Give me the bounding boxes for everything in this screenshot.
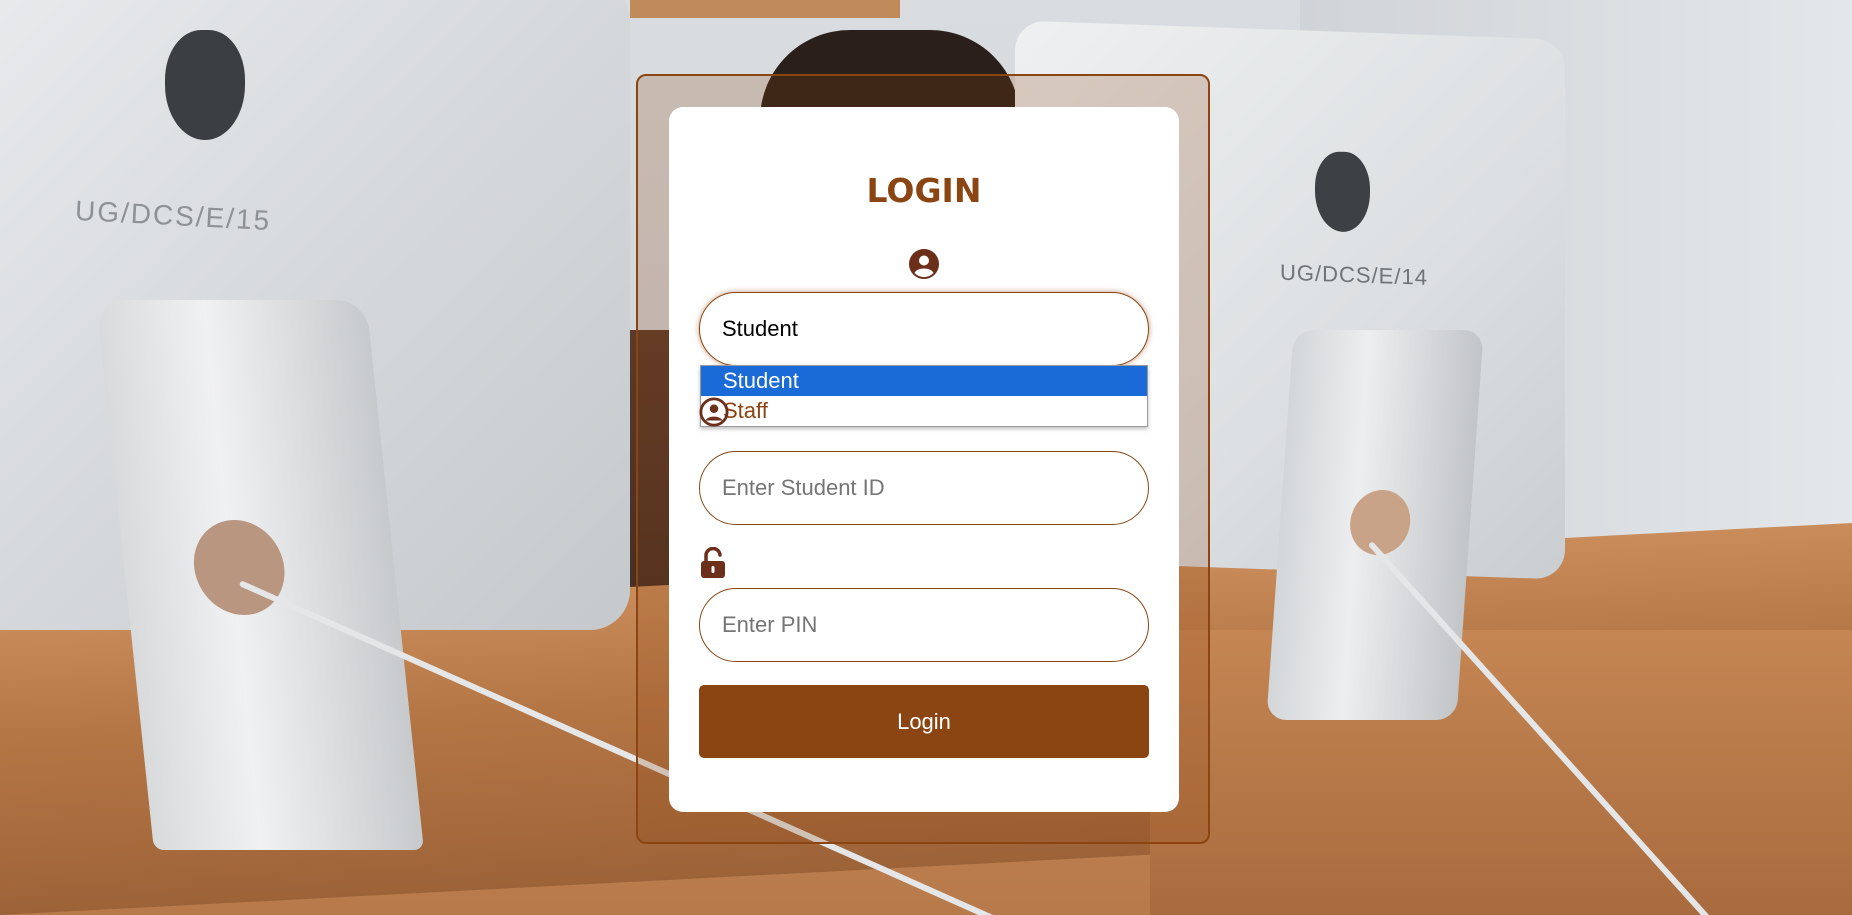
background-stand-left xyxy=(96,300,424,850)
monitor-tag-left: UG/DCS/E/15 xyxy=(74,194,272,237)
user-type-option-staff[interactable]: Staff xyxy=(701,396,1147,426)
student-id-input[interactable]: Enter Student ID xyxy=(699,451,1149,525)
user-type-option-student[interactable]: Student xyxy=(701,366,1147,396)
login-button[interactable]: Login xyxy=(699,685,1149,758)
background-desk-right xyxy=(1150,630,1852,915)
pin-placeholder: Enter PIN xyxy=(722,612,818,637)
user-type-dropdown[interactable]: Student Staff xyxy=(700,365,1148,427)
apple-logo-icon xyxy=(1315,150,1370,233)
stand-hole xyxy=(1347,490,1413,555)
login-title: LOGIN xyxy=(866,171,982,210)
student-id-placeholder: Enter Student ID xyxy=(722,475,885,500)
background-shelf xyxy=(630,0,900,18)
user-type-selected-value: Student xyxy=(722,316,798,341)
unlock-icon xyxy=(701,547,725,578)
user-circle-icon xyxy=(909,249,939,279)
background-stand-right xyxy=(1266,330,1484,720)
login-card: LOGIN Student Student Staff Enter Studen… xyxy=(669,107,1179,812)
user-type-select[interactable]: Student xyxy=(699,292,1149,366)
apple-logo-icon xyxy=(165,30,245,140)
monitor-tag-right: UG/DCS/E/14 xyxy=(1280,259,1428,290)
pin-input[interactable]: Enter PIN xyxy=(699,588,1149,662)
user-circle-icon xyxy=(699,397,729,427)
